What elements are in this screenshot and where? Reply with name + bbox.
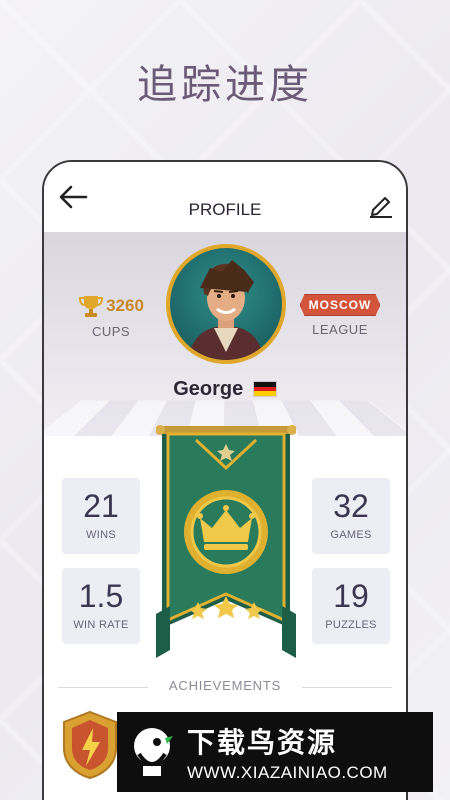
wins-stat: 21 WINS [62, 478, 140, 554]
wins-label: WINS [86, 529, 116, 541]
cups-stat: 3260 CUPS [66, 294, 156, 339]
avatar[interactable] [166, 244, 286, 364]
promo-headline: 追踪进度 [137, 62, 313, 108]
page-title: PROFILE [188, 200, 262, 219]
player-name: George [173, 378, 244, 400]
player-name-row: George [44, 378, 406, 401]
lightning-achievement-badge-icon[interactable] [60, 710, 120, 780]
trophy-icon [79, 296, 104, 317]
puzzles-stat: 19 PUZZLES [312, 568, 390, 644]
achievements-title: ACHIEVEMENTS [168, 678, 282, 693]
avatar-portrait-icon [188, 260, 264, 360]
win-rate-value: 1.5 [78, 578, 124, 614]
win-rate-label: WIN RATE [73, 619, 129, 631]
rank-banner-icon [156, 425, 296, 658]
wins-value: 21 [83, 488, 119, 524]
edit-pencil-icon[interactable] [368, 192, 394, 218]
puzzles-value: 19 [333, 578, 369, 614]
cups-label: CUPS [91, 324, 131, 339]
watermark-title: 下载鸟资源 [187, 726, 338, 759]
top-bar: PROFILE [44, 162, 406, 232]
league-label: LEAGUE [312, 322, 368, 337]
cups-value: 3260 [106, 296, 144, 315]
games-label: GAMES [330, 529, 372, 541]
watermark-banner: 下载鸟资源 WWW.XIAZAINIAO.COM [117, 712, 433, 792]
phone-frame: PROFILE 3260 CUPS MOSCOW LEAGUE George 2… [42, 160, 408, 800]
league-stat: MOSCOW LEAGUE [290, 294, 390, 337]
league-badge: MOSCOW [299, 294, 381, 316]
bird-logo-icon [117, 712, 187, 792]
win-rate-stat: 1.5 WIN RATE [62, 568, 140, 644]
germany-flag-icon [252, 381, 277, 397]
profile-hero: 3260 CUPS MOSCOW LEAGUE George [44, 232, 406, 436]
games-stat: 32 GAMES [312, 478, 390, 554]
watermark-url: WWW.XIAZAINIAO.COM [187, 763, 388, 782]
divider-right [302, 687, 392, 688]
games-value: 32 [333, 488, 369, 524]
puzzles-label: PUZZLES [325, 619, 377, 631]
